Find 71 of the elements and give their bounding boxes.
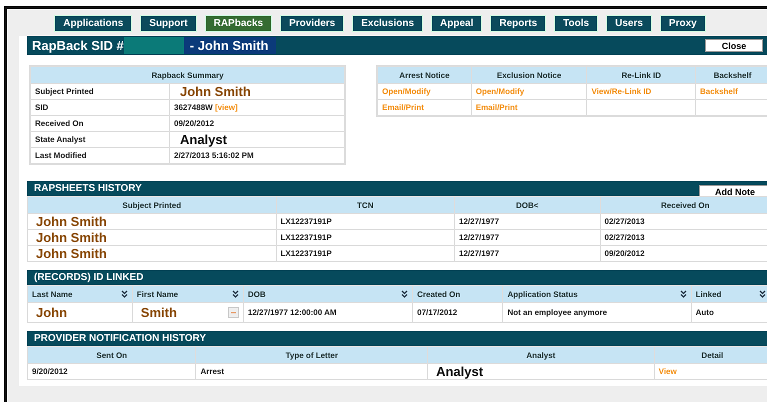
sort-icon[interactable]	[759, 290, 766, 298]
section-title: PROVIDER NOTIFICATION HISTORY	[34, 333, 206, 344]
cell-text: 12/27/1977	[459, 233, 500, 242]
nav-tab[interactable]: Providers	[280, 15, 344, 32]
column-header: Exclusion Notice	[471, 66, 587, 84]
title-name: - John Smith	[184, 37, 276, 54]
cell-text: 09/20/2012	[604, 249, 645, 258]
nav-tab[interactable]: Tools	[554, 15, 598, 32]
column-header: Created On	[417, 290, 460, 298]
cell-text: Not an employee anymore	[507, 308, 608, 317]
field-label: Received On	[30, 116, 170, 132]
column-header: TCN	[276, 196, 454, 214]
column-header: Received On	[600, 196, 767, 214]
table-header: Rapback Summary	[30, 66, 346, 84]
cell-text: 07/17/2012	[417, 308, 458, 317]
subject-name: John Smith	[180, 84, 251, 99]
column-header: Backshelf	[695, 66, 767, 84]
title-label: RapBack SID #	[32, 38, 124, 53]
cell-text: 12/27/1977	[459, 217, 500, 226]
cell-text: 9/20/2012	[32, 367, 68, 376]
cell-text: 2/27/2013 5:16:02 PM	[174, 151, 254, 160]
column-header: Subject Printed	[28, 196, 276, 214]
column-header: Re-Link ID	[586, 66, 696, 84]
redaction-block	[124, 37, 184, 54]
field-label: SID	[30, 100, 170, 116]
person-name: Smith	[140, 305, 177, 320]
cell-text: 12/27/1977 12:00:00 AM	[248, 308, 337, 317]
analyst-name: Analyst	[180, 132, 227, 147]
cell-text: 09/20/2012	[174, 119, 214, 128]
column-header: Linked	[696, 290, 722, 298]
cell-text: LX12237191P	[280, 249, 332, 258]
section-title: (RECORDS) ID LINKED	[34, 272, 144, 283]
cell-text: Arrest	[200, 367, 224, 376]
subject-name: John Smith	[36, 230, 107, 245]
field-label: State Analyst	[30, 132, 170, 148]
column-header: DOB<	[454, 196, 600, 214]
nav-tab[interactable]: RAPbacks	[204, 15, 272, 32]
nav-tab[interactable]: Exclusions	[352, 15, 424, 32]
column-header: Application Status	[507, 290, 578, 298]
nav-tab[interactable]: Applications	[54, 15, 132, 32]
close-button[interactable]: Close	[705, 39, 763, 52]
nav-tab[interactable]: Reports	[490, 15, 546, 32]
cell-text: LX12237191P	[280, 233, 332, 242]
sid-value: 3627488W	[174, 103, 213, 112]
subject-name: John Smith	[36, 246, 107, 261]
nav-tab[interactable]: Support	[140, 15, 197, 32]
sort-icon[interactable]	[680, 290, 687, 298]
subject-name: John Smith	[36, 214, 107, 229]
column-header: Type of Letter	[196, 346, 428, 364]
column-header: DOB	[248, 290, 266, 298]
nav-tab[interactable]: Proxy	[660, 15, 706, 32]
column-header: Analyst	[428, 346, 654, 364]
field-label: Subject Printed	[30, 84, 170, 100]
cell-text: 12/27/1977	[459, 249, 500, 258]
sort-icon[interactable]	[401, 290, 408, 298]
cell-text: 02/27/2013	[604, 233, 645, 242]
analyst-name: Analyst	[436, 364, 484, 379]
nav-tab[interactable]: Appeal	[431, 15, 482, 32]
sort-icon[interactable]	[120, 290, 128, 298]
column-header: Arrest Notice	[377, 66, 472, 84]
column-header: Sent On	[28, 346, 196, 364]
column-header: Last Name	[32, 290, 72, 298]
nav-tab[interactable]: Users	[606, 15, 652, 32]
cell-text: 02/27/2013	[604, 217, 645, 226]
sort-icon[interactable]	[232, 290, 239, 298]
column-header: First Name	[136, 290, 178, 298]
cell-text: Auto	[696, 308, 714, 317]
cell-text: LX12237191P	[280, 217, 332, 226]
column-header: Detail	[654, 346, 767, 364]
section-title: RAPSHEETS HISTORY	[34, 183, 142, 194]
person-name: John	[36, 305, 68, 320]
